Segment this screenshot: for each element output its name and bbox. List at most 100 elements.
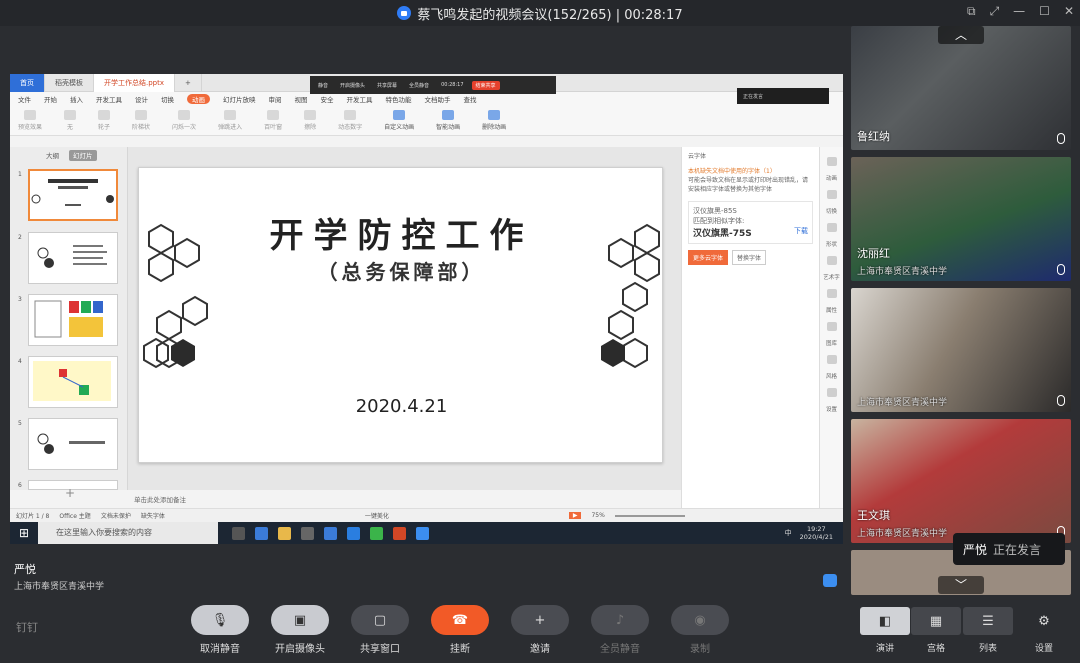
wps-tab-document[interactable]: 开学工作总结.pptx bbox=[94, 74, 175, 92]
gallery-icon[interactable] bbox=[826, 322, 837, 331]
mail-icon[interactable] bbox=[324, 526, 337, 540]
scroll-down-button[interactable]: ﹀ bbox=[938, 576, 984, 594]
menu-item[interactable]: 插入 bbox=[70, 94, 83, 104]
add-slide-button[interactable]: + bbox=[65, 486, 75, 500]
maximize-icon[interactable]: ☐ bbox=[1039, 4, 1050, 19]
zoom-slider[interactable] bbox=[614, 514, 685, 517]
ribbon-button[interactable]: 阶梯状 bbox=[132, 110, 150, 131]
edge-icon[interactable] bbox=[255, 526, 268, 540]
settings-button[interactable]: ⚙ 设置 bbox=[1025, 607, 1063, 655]
camera-button[interactable]: ▣ 开启摄像头 bbox=[271, 605, 329, 655]
taskbar-search-input[interactable]: 在这里输入你要搜索的内容 bbox=[38, 522, 218, 544]
menu-item[interactable]: 查找 bbox=[464, 94, 477, 104]
notes-area[interactable]: 单击此处添加备注 bbox=[128, 490, 681, 508]
participant-video[interactable]: 沈丽红 上海市奉贤区青溪中学 bbox=[851, 157, 1071, 281]
menu-item[interactable]: 文件 bbox=[18, 94, 31, 104]
share-mute-button[interactable]: 静音 bbox=[314, 81, 332, 90]
list-view-button[interactable]: ☰ 列表 bbox=[963, 607, 1013, 654]
menu-item[interactable]: 安全 bbox=[321, 94, 334, 104]
menu-item[interactable]: 特色功能 bbox=[386, 94, 412, 104]
record-button[interactable]: ◉ 录制 bbox=[671, 605, 729, 655]
slide-thumb[interactable] bbox=[28, 294, 118, 346]
menu-item[interactable]: 切换 bbox=[161, 94, 174, 104]
slide-thumb[interactable] bbox=[28, 418, 118, 470]
wordart-icon[interactable] bbox=[826, 256, 837, 265]
menu-item-active[interactable]: 动画 bbox=[187, 94, 210, 104]
replace-font-button[interactable]: 替换字体 bbox=[732, 250, 767, 265]
wps-icon[interactable] bbox=[393, 526, 406, 540]
ribbon-button[interactable]: 轮子 bbox=[98, 110, 110, 131]
wps-tab-home[interactable]: 首页 bbox=[10, 74, 45, 92]
properties-icon[interactable] bbox=[826, 289, 837, 298]
slide-thumb[interactable] bbox=[28, 232, 118, 284]
google-play-icon[interactable] bbox=[370, 526, 383, 540]
participant-video[interactable]: 王文琪 上海市奉贤区青溪中学 bbox=[851, 419, 1071, 543]
ribbon-button[interactable]: 闪烁一次 bbox=[172, 110, 196, 131]
slides-tab[interactable]: 幻灯片 bbox=[69, 150, 97, 161]
menu-item[interactable]: 设计 bbox=[135, 94, 148, 104]
speaker-view-button[interactable]: ◧ 演讲 bbox=[860, 607, 910, 654]
share-screen-button[interactable]: 共享屏幕 bbox=[373, 81, 401, 90]
grid-view-button[interactable]: ▦ 宫格 bbox=[911, 607, 961, 654]
shape-icon[interactable] bbox=[826, 223, 837, 232]
menu-item[interactable]: 审阅 bbox=[269, 94, 282, 104]
outline-tab[interactable]: 大纲 bbox=[46, 150, 59, 161]
ribbon-button[interactable]: 删除动画 bbox=[482, 110, 506, 131]
folder-icon[interactable] bbox=[278, 526, 291, 540]
unmute-button[interactable]: 🎙 取消静音 bbox=[191, 605, 249, 655]
ribbon-button[interactable]: 智能动画 bbox=[436, 110, 460, 131]
close-icon[interactable]: ✕ bbox=[1064, 4, 1074, 19]
menu-item[interactable]: 开发工具 bbox=[347, 94, 373, 104]
share-window-button[interactable]: ▢ 共享窗口 bbox=[351, 605, 409, 655]
new-tab-button[interactable]: + bbox=[175, 74, 202, 92]
missing-font-status[interactable]: 缺失字体 bbox=[141, 511, 165, 520]
play-icon[interactable]: ▶ bbox=[568, 512, 582, 519]
menu-item[interactable]: 开发工具 bbox=[96, 94, 122, 104]
ribbon-button[interactable]: 弹跳进入 bbox=[218, 110, 242, 131]
share-camera-button[interactable]: 开启摄像头 bbox=[336, 81, 369, 90]
taskbar-clock[interactable]: 19:27 2020/4/21 bbox=[800, 525, 833, 541]
mute-all-button[interactable]: ♪ 全员静音 bbox=[591, 605, 649, 655]
popout-icon[interactable]: ⧉ bbox=[967, 4, 976, 19]
invite-button[interactable]: + 邀请 bbox=[511, 605, 569, 655]
ribbon-button[interactable]: 百叶窗 bbox=[264, 110, 282, 131]
cloud-font-panel: 云字体 本机缺失文档中使用的字体（1） 可能会导致文档在显示或打印时出现错乱，请… bbox=[681, 147, 819, 508]
ime-indicator[interactable]: 中 bbox=[785, 528, 792, 538]
store-icon[interactable] bbox=[301, 526, 314, 540]
wps-tab-templates[interactable]: 稻壳模板 bbox=[45, 74, 94, 92]
beautify-button[interactable]: 一键美化 bbox=[365, 511, 389, 520]
transition-icon[interactable] bbox=[826, 190, 837, 199]
ribbon-button[interactable]: 擦除 bbox=[304, 110, 316, 131]
chat-icon[interactable] bbox=[823, 574, 837, 587]
animation-icon[interactable] bbox=[826, 157, 837, 166]
menu-item[interactable]: 幻灯片放映 bbox=[223, 94, 256, 104]
ribbon-button[interactable]: 动态数字 bbox=[338, 110, 362, 131]
ribbon-button[interactable]: 自定义动画 bbox=[384, 110, 414, 131]
share-muteall-button[interactable]: 全员静音 bbox=[405, 81, 433, 90]
settings-icon[interactable] bbox=[826, 388, 837, 397]
hang-up-button[interactable]: ☎ 挂断 bbox=[431, 605, 489, 655]
dingtalk-icon[interactable] bbox=[416, 526, 429, 540]
scroll-up-button[interactable]: ︿ bbox=[938, 26, 984, 44]
ribbon-button[interactable]: 无 bbox=[64, 110, 77, 131]
task-view-icon[interactable] bbox=[232, 526, 245, 540]
menu-item[interactable]: 文档助手 bbox=[425, 94, 451, 104]
current-slide[interactable]: 开学防控工作 （总务保障部） 2020.4.21 bbox=[138, 167, 663, 463]
restore-icon[interactable]: ⤢ bbox=[990, 4, 1000, 19]
photos-icon[interactable] bbox=[347, 526, 360, 540]
ribbon-button[interactable]: 预览效果 bbox=[18, 110, 42, 131]
slide-thumb-preview bbox=[34, 300, 103, 338]
participant-video[interactable]: 鲁红纳 bbox=[851, 26, 1071, 150]
menu-item[interactable]: 视图 bbox=[295, 94, 308, 104]
stop-sharing-button[interactable]: 结束共享 bbox=[471, 80, 500, 90]
style-icon[interactable] bbox=[826, 355, 837, 364]
protect-status[interactable]: 文档未保护 bbox=[101, 511, 131, 520]
slide-thumb[interactable] bbox=[28, 356, 118, 408]
windows-start-icon[interactable]: ⊞ bbox=[10, 526, 38, 540]
menu-item[interactable]: 开始 bbox=[44, 94, 57, 104]
slide-thumb[interactable] bbox=[28, 169, 118, 221]
participant-video[interactable]: 上海市奉贤区青溪中学 bbox=[851, 288, 1071, 412]
download-font-link[interactable]: 下载 bbox=[794, 226, 808, 236]
minimize-icon[interactable]: — bbox=[1013, 4, 1025, 19]
more-fonts-button[interactable]: 更多云字体 bbox=[688, 250, 729, 265]
